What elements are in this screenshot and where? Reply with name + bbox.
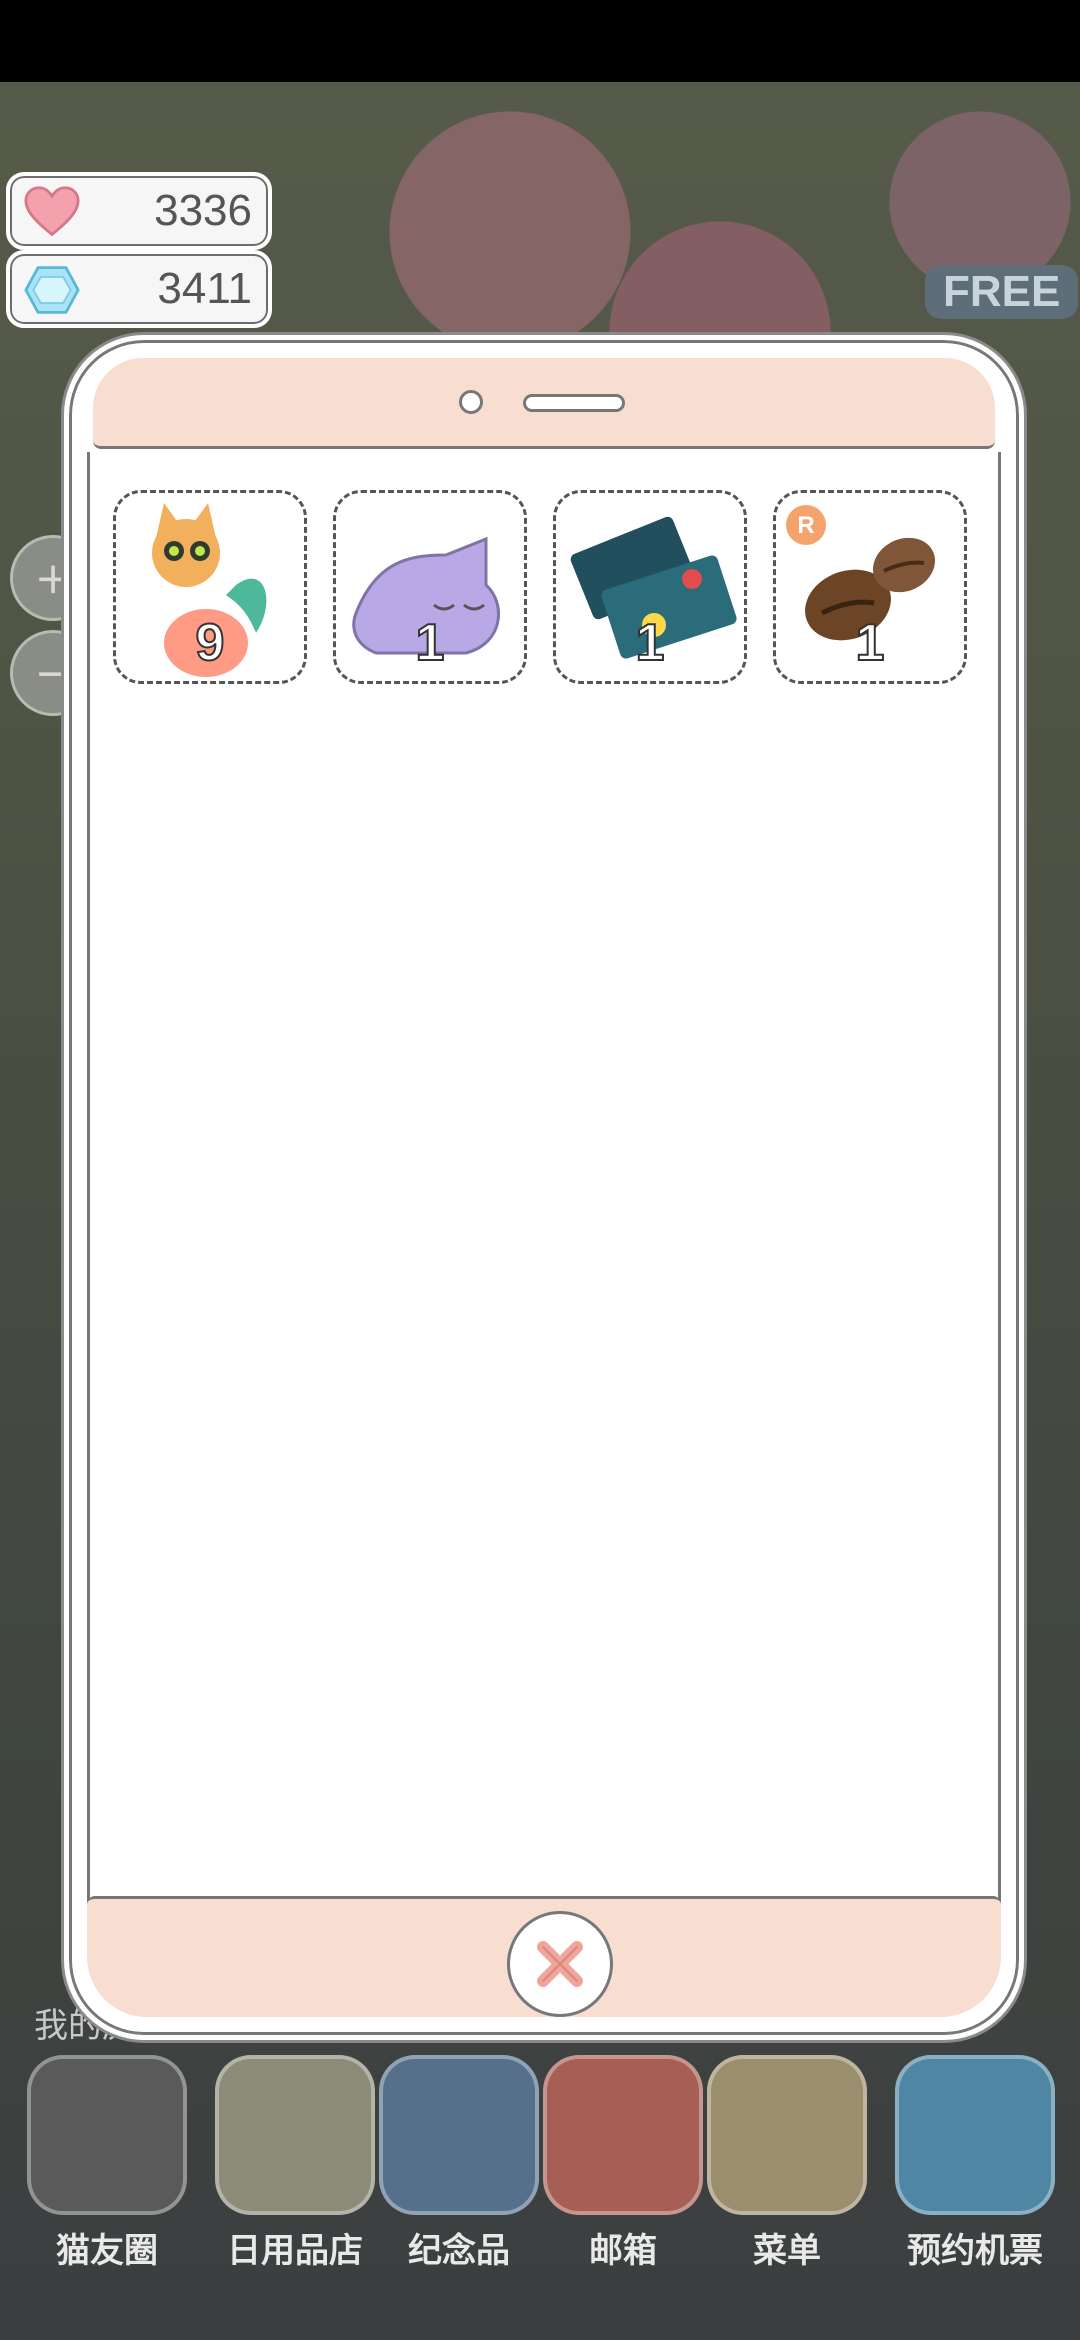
close-button[interactable] — [507, 1911, 613, 2017]
inventory-item[interactable]: 9 — [113, 490, 307, 684]
nav-daily-store[interactable]: 日用品店 — [210, 2055, 380, 2272]
gems-counter: 3411 — [6, 250, 272, 328]
hearts-value: 3336 — [154, 186, 252, 235]
inventory-grid: 9 1 1 R 1 — [113, 490, 967, 684]
dialog-footer — [87, 1896, 1001, 2017]
cat-icon — [27, 2055, 187, 2215]
diamond-icon — [24, 262, 80, 318]
item-quantity: 1 — [635, 613, 666, 673]
nav-cat-circle[interactable]: 猫友圈 — [22, 2055, 192, 2272]
close-icon — [537, 1941, 583, 1987]
gems-value: 3411 — [157, 264, 252, 313]
nav-label: 预约机票 — [907, 2231, 1043, 2271]
nav-book-flight[interactable]: 预约机票 — [890, 2055, 1060, 2272]
store-icon — [215, 2055, 375, 2215]
item-quantity: 1 — [415, 613, 446, 673]
free-button[interactable]: FREE — [925, 265, 1079, 319]
nav-label: 猫友圈 — [56, 2231, 158, 2271]
mailbox-icon — [543, 2055, 703, 2215]
rare-badge: R — [797, 512, 814, 539]
hearts-counter: 3336 — [6, 172, 272, 250]
nav-mailbox[interactable]: 邮箱 — [538, 2055, 708, 2272]
plane-icon — [895, 2055, 1055, 2215]
inventory-dialog: 9 1 1 R 1 — [64, 335, 1024, 2040]
nav-label: 纪念品 — [408, 2231, 510, 2271]
camera-dot-icon — [459, 390, 483, 414]
inventory-item[interactable]: R 1 — [773, 490, 967, 684]
inventory-item[interactable]: 1 — [553, 490, 747, 684]
nav-label: 日用品店 — [227, 2231, 363, 2271]
bottom-nav: 猫友圈 日用品店 纪念品 邮箱 菜单 预约机票 — [0, 2055, 1080, 2340]
folder-icon — [707, 2055, 867, 2215]
item-quantity: 9 — [195, 613, 226, 673]
inventory-item[interactable]: 1 — [333, 490, 527, 684]
speaker-slot-icon — [523, 394, 625, 412]
dialog-header — [93, 358, 995, 449]
box-icon — [379, 2055, 539, 2215]
nav-label: 菜单 — [753, 2231, 821, 2271]
item-quantity: 1 — [855, 613, 886, 673]
nav-souvenirs[interactable]: 纪念品 — [374, 2055, 544, 2272]
heart-icon — [24, 184, 80, 240]
nav-label: 邮箱 — [589, 2231, 657, 2271]
nav-menu[interactable]: 菜单 — [702, 2055, 872, 2272]
